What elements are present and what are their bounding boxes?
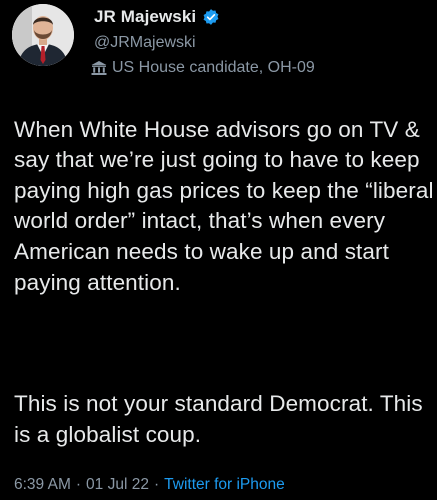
display-name[interactable]: JR Majewski <box>94 7 196 27</box>
tweet-date[interactable]: 01 Jul 22 <box>86 476 149 493</box>
affiliation-label[interactable]: US House candidate, OH-09 <box>90 58 315 78</box>
tweet-text: When White House advisors go on TV & say… <box>14 84 434 481</box>
affiliation-label-text: US House candidate, OH-09 <box>112 59 315 76</box>
tweet-time[interactable]: 6:39 AM <box>14 476 71 493</box>
tweet-paragraph-2: This is not your standard Democrat. This… <box>14 391 423 447</box>
separator-dot: · <box>75 476 82 493</box>
name-row: JR Majewski <box>94 6 315 28</box>
tweet: JR Majewski @JRMajewski US House candida… <box>0 0 437 500</box>
avatar-photo-icon <box>12 4 74 66</box>
handle[interactable]: @JRMajewski <box>94 33 315 53</box>
tweet-paragraph-1: When White House advisors go on TV & say… <box>14 116 434 295</box>
avatar[interactable] <box>12 4 74 66</box>
tweet-source-link[interactable]: Twitter for iPhone <box>164 476 285 493</box>
separator-dot: · <box>153 476 160 493</box>
verified-badge-icon <box>202 8 220 26</box>
tweet-metadata: 6:39 AM · 01 Jul 22 · Twitter for iPhone <box>14 474 285 496</box>
government-building-icon <box>90 60 108 76</box>
author-identity: JR Majewski @JRMajewski US House candida… <box>91 6 315 78</box>
tweet-header: JR Majewski @JRMajewski US House candida… <box>12 4 315 78</box>
